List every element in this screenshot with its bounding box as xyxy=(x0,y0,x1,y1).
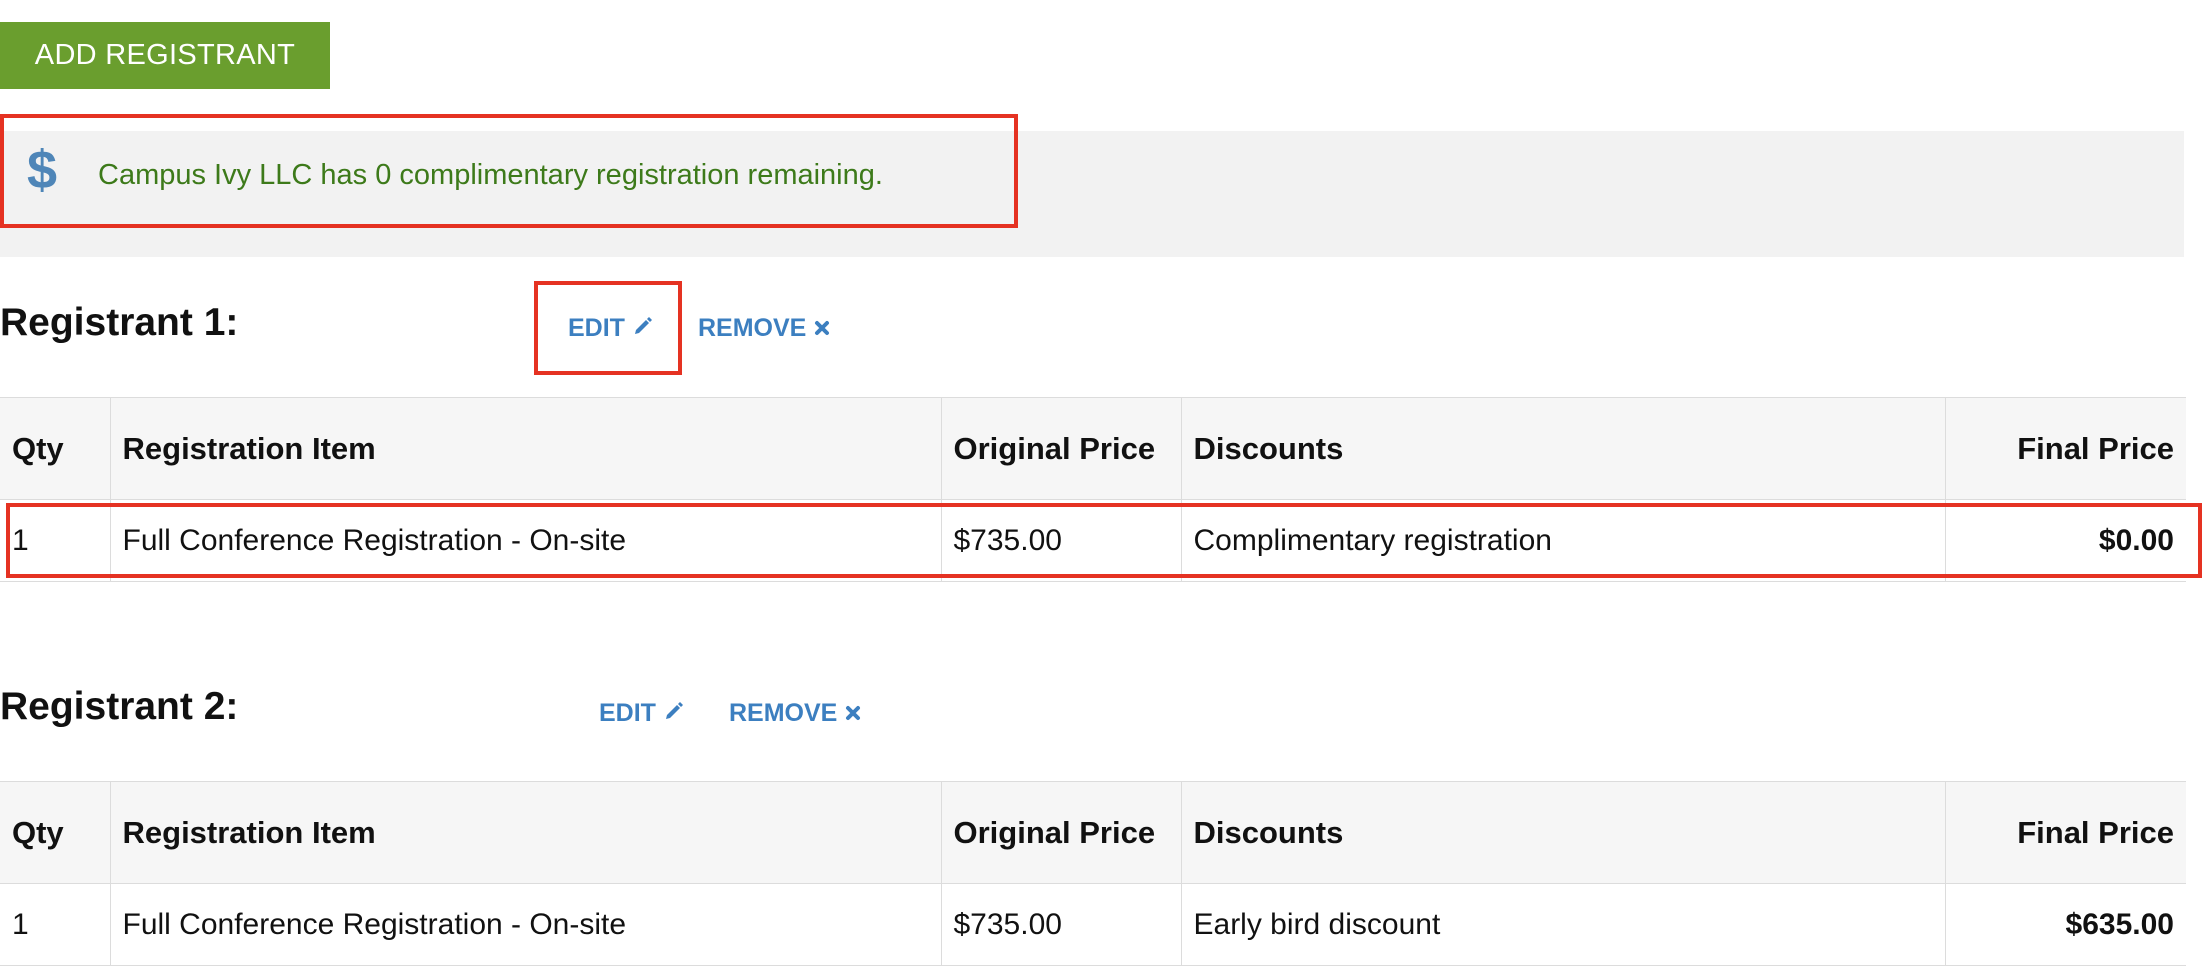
cell-original-price: $735.00 xyxy=(940,883,1182,966)
add-registrant-button[interactable]: ADD REGISTRANT xyxy=(0,22,330,89)
table-row: 1 Full Conference Registration - On-site… xyxy=(0,499,2186,582)
complimentary-notice: $ Campus Ivy LLC has 0 complimentary reg… xyxy=(0,131,2184,257)
notice-text: Campus Ivy LLC has 0 complimentary regis… xyxy=(98,159,883,191)
edit-label: EDIT xyxy=(599,699,656,727)
pencil-icon xyxy=(633,316,653,342)
pencil-icon xyxy=(664,701,684,727)
registrant-1-title: Registrant 1: xyxy=(0,301,239,344)
remove-label: REMOVE xyxy=(698,314,807,342)
registrant-2-table: Qty Registration Item Original Price Dis… xyxy=(0,781,2186,966)
header-final-price: Final Price xyxy=(1944,397,2186,500)
header-discounts: Discounts xyxy=(1180,397,1946,500)
registrant-1-table: Qty Registration Item Original Price Dis… xyxy=(0,397,2186,582)
cell-qty: 1 xyxy=(0,883,111,966)
cell-original-price: $735.00 xyxy=(940,499,1182,582)
cell-final-price: $0.00 xyxy=(1944,499,2186,582)
remove-label: REMOVE xyxy=(729,699,838,727)
header-original-price: Original Price xyxy=(940,397,1182,500)
cell-discount: Early bird discount xyxy=(1180,883,1946,966)
registration-page: ADD REGISTRANT $ Campus Ivy LLC has 0 co… xyxy=(0,0,2211,973)
table-row: 1 Full Conference Registration - On-site… xyxy=(0,883,2186,966)
registrant-1-remove-link[interactable]: REMOVE xyxy=(698,314,830,343)
header-registration-item: Registration Item xyxy=(109,781,942,884)
table-header-row: Qty Registration Item Original Price Dis… xyxy=(0,781,2186,884)
registrant-1-edit-link[interactable]: EDIT xyxy=(568,314,653,343)
cell-final-price: $635.00 xyxy=(1944,883,2186,966)
header-qty: Qty xyxy=(0,781,111,884)
header-discounts: Discounts xyxy=(1180,781,1946,884)
registrant-2-remove-link[interactable]: REMOVE xyxy=(729,699,861,728)
cell-registration-item: Full Conference Registration - On-site xyxy=(109,883,942,966)
edit-label: EDIT xyxy=(568,314,625,342)
close-icon xyxy=(814,316,830,342)
cell-discount: Complimentary registration xyxy=(1180,499,1946,582)
cell-qty: 1 xyxy=(0,499,111,582)
cell-registration-item: Full Conference Registration - On-site xyxy=(109,499,942,582)
registrant-2-edit-link[interactable]: EDIT xyxy=(599,699,684,728)
table-header-row: Qty Registration Item Original Price Dis… xyxy=(0,397,2186,500)
header-original-price: Original Price xyxy=(940,781,1182,884)
header-registration-item: Registration Item xyxy=(109,397,942,500)
header-final-price: Final Price xyxy=(1944,781,2186,884)
header-qty: Qty xyxy=(0,397,111,500)
dollar-icon: $ xyxy=(27,140,58,200)
close-icon xyxy=(845,701,861,727)
registrant-2-title: Registrant 2: xyxy=(0,685,239,728)
